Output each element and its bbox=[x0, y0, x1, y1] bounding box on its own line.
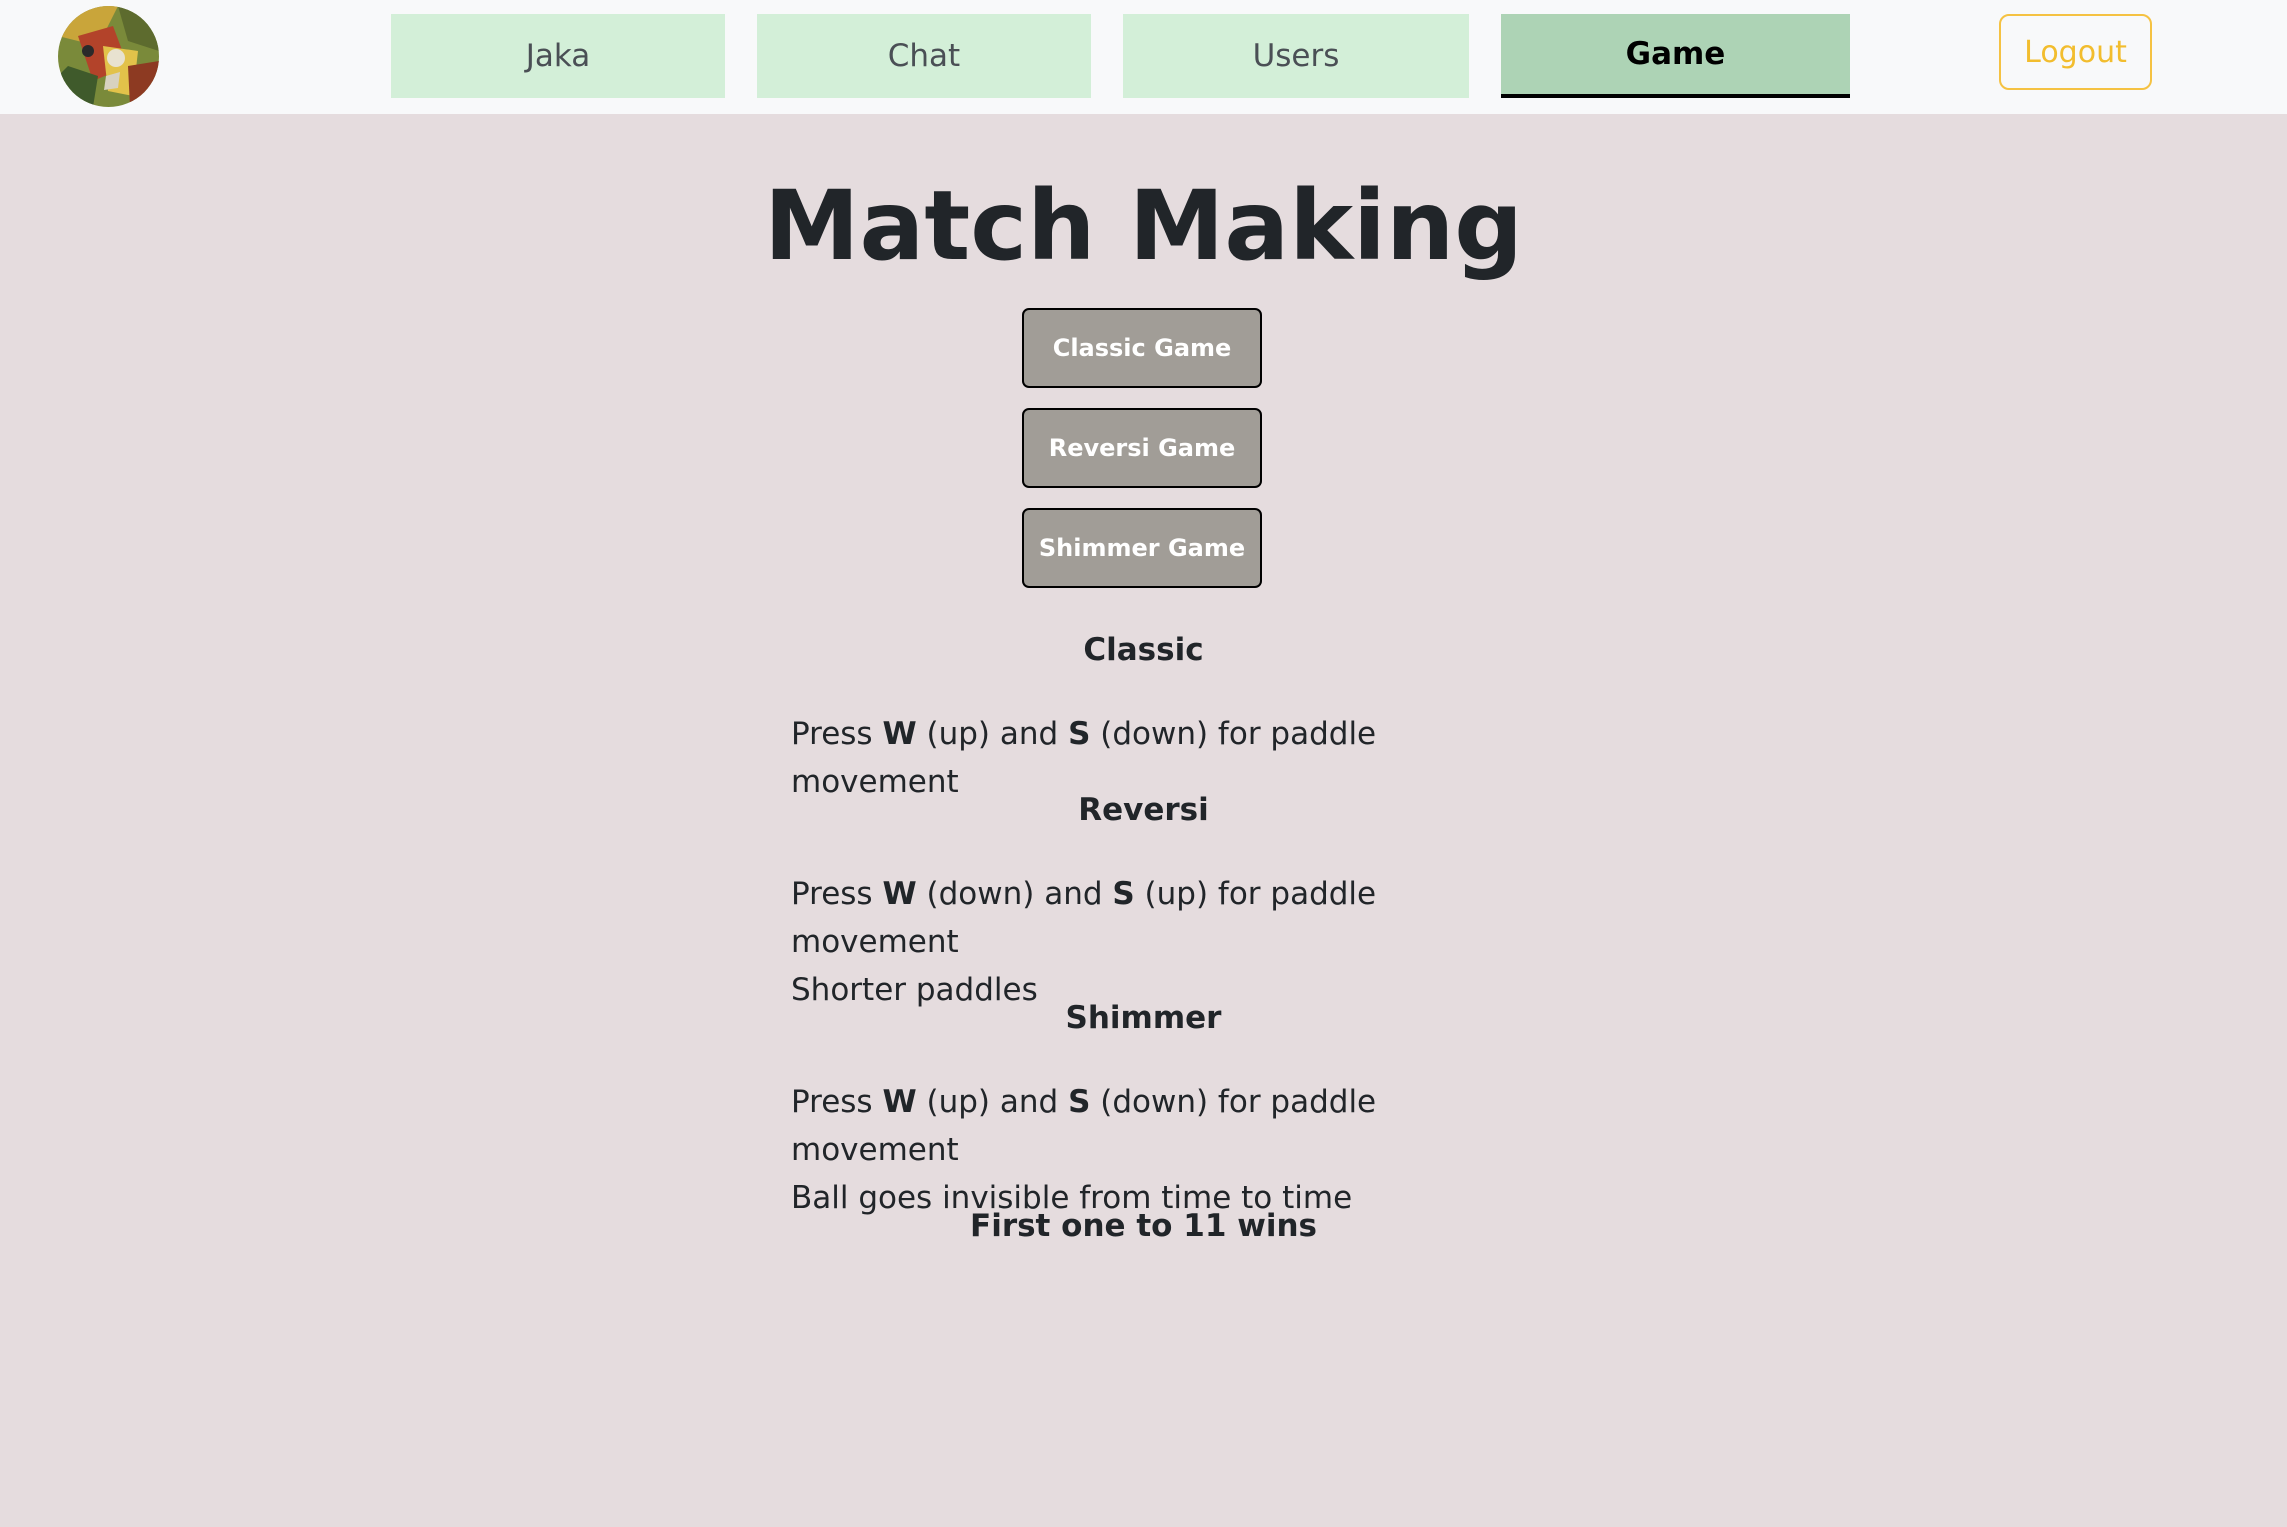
tab-users-label: Users bbox=[1252, 38, 1340, 74]
shimmer-mid-text: (up) and bbox=[916, 1084, 1069, 1120]
reversi-heading: Reversi bbox=[1078, 792, 1209, 828]
page-title: Match Making bbox=[764, 170, 1523, 282]
shimmer-game-button[interactable]: Shimmer Game bbox=[1022, 508, 1262, 588]
classic-game-button[interactable]: Classic Game bbox=[1022, 308, 1262, 388]
user-avatar[interactable] bbox=[58, 6, 159, 107]
classic-heading: Classic bbox=[1083, 632, 1204, 668]
shimmer-key-s: S bbox=[1068, 1084, 1091, 1120]
shimmer-press-text: Press bbox=[791, 1084, 883, 1120]
shimmer-key-w: W bbox=[882, 1084, 917, 1120]
tab-jaka-label: Jaka bbox=[525, 38, 591, 74]
avatar-image bbox=[58, 6, 159, 107]
top-navbar: Jaka Chat Users Game Logout bbox=[0, 0, 2287, 114]
tab-game-label: Game bbox=[1625, 36, 1726, 72]
tab-users[interactable]: Users bbox=[1123, 14, 1469, 98]
classic-key-s: S bbox=[1068, 716, 1091, 752]
classic-key-w: W bbox=[882, 716, 917, 752]
tab-chat-label: Chat bbox=[887, 38, 961, 74]
reversi-mid-text: (down) and bbox=[916, 876, 1113, 912]
reversi-key-w: W bbox=[882, 876, 917, 912]
classic-mid-text: (up) and bbox=[916, 716, 1069, 752]
shimmer-heading: Shimmer bbox=[1065, 1000, 1222, 1036]
reversi-game-button[interactable]: Reversi Game bbox=[1022, 408, 1262, 488]
shimmer-instructions: Press W (up) and S (down) for paddle mov… bbox=[791, 1078, 1551, 1222]
logout-button[interactable]: Logout bbox=[1999, 14, 2152, 90]
tab-jaka[interactable]: Jaka bbox=[391, 14, 725, 98]
tab-chat[interactable]: Chat bbox=[757, 14, 1091, 98]
reversi-instructions: Press W (down) and S (up) for paddle mov… bbox=[791, 870, 1551, 1014]
classic-press-text: Press bbox=[791, 716, 883, 752]
win-condition-note: First one to 11 wins bbox=[970, 1208, 1317, 1244]
reversi-key-s: S bbox=[1112, 876, 1135, 912]
tab-game[interactable]: Game bbox=[1501, 14, 1850, 98]
main-content: Match Making Classic Game Reversi Game S… bbox=[0, 114, 2287, 1527]
reversi-press-text: Press bbox=[791, 876, 883, 912]
